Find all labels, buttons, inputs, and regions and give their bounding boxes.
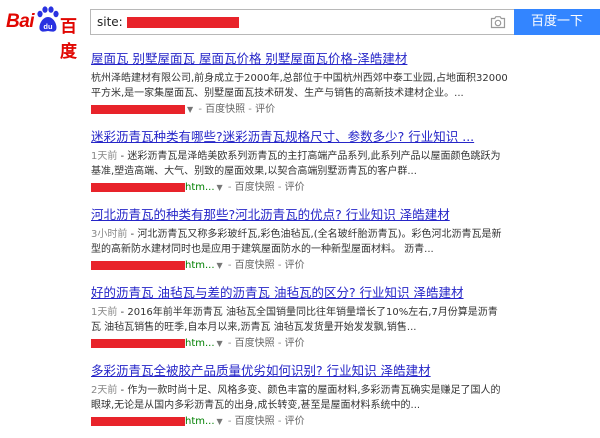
result-url[interactable]: htm... [185,260,215,271]
result-abstract: 1天前 - 迷彩沥青瓦是泽皓美欧系列沥青瓦的主打高端产品系列,此系列产品以屋面颜… [91,149,596,179]
result-item: 屋面瓦 别墅屋面瓦 屋面瓦价格 别墅屋面瓦价格-泽皓建材 杭州泽皓建材有限公司,… [91,50,596,117]
result-date: 1天前 [91,307,118,318]
camera-icon[interactable] [490,15,506,29]
abstract-line: 眼球,无论是从国内多彩沥青瓦的出身,成长转变,甚至是屋面材料系统中的... [91,400,421,411]
snapshot-link[interactable]: 百度快照 [235,338,275,349]
abstract-line: - 河北沥青瓦又称多彩玻纤瓦,彩色油毡瓦,(全名玻纤胎沥青瓦)。彩色河北沥青瓦是… [127,229,502,240]
abstract-line: - 作为一款时尚十足、风格多变、颜色丰富的屋面材料,多彩沥青瓦确实是赚足了国人的 [117,385,501,396]
result-abstract: 2天前 - 作为一款时尚十足、风格多变、颜色丰富的屋面材料,多彩沥青瓦确实是赚足… [91,383,596,413]
result-date: 1天前 [91,151,118,162]
abstract-line: 平方米,是一家集屋面瓦、别墅屋面瓦技术研发、生产与销售的高新技术建材企业。... [91,88,464,99]
result-title[interactable]: 多彩沥青瓦全被胶产品质量优劣如何识别? 行业知识 泽皓建材 [91,362,596,379]
redacted-url [91,104,185,114]
abstract-line: - 迷彩沥青瓦是泽皓美欧系列沥青瓦的主打高端产品系列,此系列产品以屋面颜色跳跃为 [117,151,501,162]
dropdown-arrow-icon[interactable]: ▼ [217,261,223,270]
result-title[interactable]: 屋面瓦 别墅屋面瓦 屋面瓦价格 别墅屋面瓦价格-泽皓建材 [91,50,596,67]
result-item: 河北沥青瓦的种类有那些?河北沥青瓦的优点? 行业知识 泽皓建材 3小时前 - 河… [91,206,596,273]
result-item: 多彩沥青瓦全被胶产品质量优劣如何识别? 行业知识 泽皓建材 2天前 - 作为一款… [91,362,596,429]
logo-bai-text: Bai [6,11,35,32]
snapshot-link[interactable]: 百度快照 [235,260,275,271]
logo-du-text: 百度 [60,17,77,62]
result-item: 迷彩沥青瓦种类有哪些?迷彩沥青瓦规格尺寸、参数多少? 行业知识 ... 1天前 … [91,128,596,195]
dropdown-arrow-icon[interactable]: ▼ [217,417,223,426]
dropdown-arrow-icon[interactable]: ▼ [217,339,223,348]
result-url[interactable]: htm... [185,338,215,349]
result-title[interactable]: 河北沥青瓦的种类有那些?河北沥青瓦的优点? 行业知识 泽皓建材 [91,206,596,223]
result-url[interactable]: htm... [185,416,215,427]
redacted-url [91,416,185,426]
redacted-url [91,182,185,192]
result-url-line: ▼ - 百度快照 - 评价 [91,103,596,117]
result-item: 好的沥青瓦 油毡瓦与差的沥青瓦 油毡瓦的区分? 行业知识 泽皓建材 1天前 - … [91,284,596,351]
result-title[interactable]: 迷彩沥青瓦种类有哪些?迷彩沥青瓦规格尺寸、参数多少? 行业知识 ... [91,128,596,145]
review-link[interactable]: 评价 [285,416,305,427]
abstract-line: - 2016年前半年沥青瓦 油毡瓦全国销量同比往年销量增长了10%左右,7月份算… [117,307,498,318]
result-date: 3小时前 [91,229,128,240]
paw-icon: du [37,6,59,32]
result-date: 2天前 [91,385,118,396]
snapshot-link[interactable]: 百度快照 [205,104,245,115]
result-url-line: htm... ▼ - 百度快照 - 评价 [91,259,596,273]
svg-text:du: du [43,22,53,31]
review-link[interactable]: 评价 [285,260,305,271]
abstract-line: 型的高新防水建材同时也是应用于建筑屋面防水的一种新型屋面材料。 沥青... [91,244,434,255]
dropdown-arrow-icon[interactable]: ▼ [217,183,223,192]
baidu-logo[interactable]: Bai du 百度 [6,6,88,62]
abstract-line: 基准,塑造高端、大气、别致的屋面效果,以契合高端别墅沥青瓦的客户群... [91,166,417,177]
review-link[interactable]: 评价 [285,338,305,349]
search-box[interactable] [90,9,514,35]
result-url-line: htm... ▼ - 百度快照 - 评价 [91,337,596,351]
review-link[interactable]: 评价 [285,182,305,193]
result-url[interactable]: htm... [185,182,215,193]
result-abstract: 3小时前 - 河北沥青瓦又称多彩玻纤瓦,彩色油毡瓦,(全名玻纤胎沥青瓦)。彩色河… [91,227,596,257]
redacted-url [91,260,185,270]
snapshot-link[interactable]: 百度快照 [235,416,275,427]
result-abstract: 杭州泽皓建材有限公司,前身成立于2000年,总部位于中国杭州西郊中泰工业园,占地… [91,71,596,101]
dropdown-arrow-icon[interactable]: ▼ [187,105,193,114]
result-title[interactable]: 好的沥青瓦 油毡瓦与差的沥青瓦 油毡瓦的区分? 行业知识 泽皓建材 [91,284,596,301]
result-abstract: 1天前 - 2016年前半年沥青瓦 油毡瓦全国销量同比往年销量增长了10%左右,… [91,305,596,335]
search-button[interactable]: 百度一下 [514,9,600,35]
header: Bai du 百度 百度一下 [0,0,600,62]
result-url-line: htm... ▼ - 百度快照 - 评价 [91,415,596,429]
snapshot-link[interactable]: 百度快照 [235,182,275,193]
redacted-url [91,338,185,348]
redacted-domain [127,17,239,28]
abstract-line: 杭州泽皓建材有限公司,前身成立于2000年,总部位于中国杭州西郊中泰工业园,占地… [91,73,508,84]
result-url-line: htm... ▼ - 百度快照 - 评价 [91,181,596,195]
abstract-line: 瓦 油毡瓦销售的旺季,自本月以来,沥青瓦 油毡瓦发货量开始发发飘,销售... [91,322,417,333]
review-link[interactable]: 评价 [255,104,275,115]
